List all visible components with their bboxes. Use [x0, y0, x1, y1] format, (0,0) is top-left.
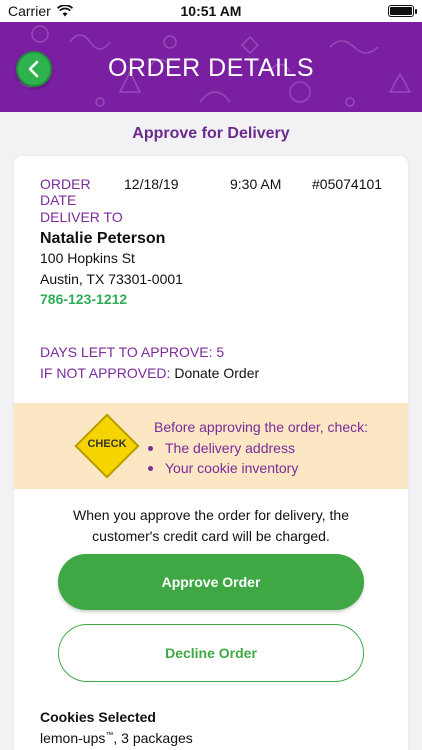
- chevron-left-icon: [28, 60, 39, 78]
- bullet-icon: [148, 465, 153, 471]
- order-date-label: ORDER DATE: [40, 176, 91, 208]
- status-bar: Carrier 10:51 AM: [0, 0, 422, 22]
- days-left-value: 5: [216, 344, 225, 360]
- customer-name: Natalie Peterson: [40, 230, 166, 247]
- approve-order-button[interactable]: Approve Order: [58, 554, 364, 610]
- battery-icon: [388, 5, 417, 17]
- check-panel: CHECK Before approving the order, check:…: [14, 403, 408, 489]
- page-title: ORDER DETAILS: [107, 53, 315, 82]
- checklist-item: Your cookie inventory: [148, 460, 298, 476]
- cookie-item-quantity: , 3 packages: [113, 730, 193, 746]
- charge-notice-line-2: customer's credit card will be charged.: [92, 528, 330, 544]
- cookie-item: lemon-ups™, 3 packages: [40, 730, 193, 746]
- if-not-approved-value: Donate Order: [174, 365, 260, 381]
- charge-notice-line-1: When you approve the order for delivery,…: [72, 507, 349, 523]
- order-card: ORDER DATE 12/18/19 9:30 AM #05074101 DE…: [14, 156, 408, 750]
- decline-order-button[interactable]: Decline Order: [58, 624, 364, 682]
- section-title: Approve for Delivery: [132, 125, 290, 142]
- status-left: Carrier: [8, 3, 73, 19]
- order-time-value: 9:30 AM: [230, 176, 282, 192]
- check-sign-label: CHECK: [87, 438, 127, 450]
- order-date-value: 12/18/19: [124, 176, 179, 192]
- checklist-item-label: The delivery address: [165, 440, 295, 456]
- bullet-icon: [148, 445, 153, 451]
- deliver-to-label: DELIVER TO: [40, 209, 123, 225]
- checklist-item-label: Your cookie inventory: [165, 460, 299, 476]
- if-not-approved-row: IF NOT APPROVED: Donate Order: [40, 365, 259, 381]
- cookie-item-name: lemon-ups: [40, 730, 106, 746]
- order-info-row: ORDER DATE 12/18/19 9:30 AM #05074101: [40, 176, 388, 208]
- charge-notice: When you approve the order for delivery,…: [34, 505, 388, 547]
- cookies-selected-title: Cookies Selected: [40, 709, 156, 725]
- address-line-2: Austin, TX 73301-0001: [40, 271, 183, 287]
- back-button[interactable]: [16, 51, 52, 87]
- header: ORDER DETAILS: [0, 22, 422, 112]
- checklist-item: The delivery address: [148, 440, 295, 456]
- days-left-row: DAYS LEFT TO APPROVE: 5: [40, 344, 224, 360]
- wifi-icon: [56, 5, 73, 17]
- carrier-label: Carrier: [8, 3, 51, 19]
- if-not-approved-label: IF NOT APPROVED:: [40, 365, 171, 381]
- order-number: #05074101: [312, 176, 383, 192]
- phone-link[interactable]: 786-123-1212: [40, 291, 127, 307]
- days-left-label: DAYS LEFT TO APPROVE:: [40, 344, 213, 360]
- checklist-title: Before approving the order, check:: [154, 419, 369, 435]
- address-line-1: 100 Hopkins St: [40, 250, 135, 266]
